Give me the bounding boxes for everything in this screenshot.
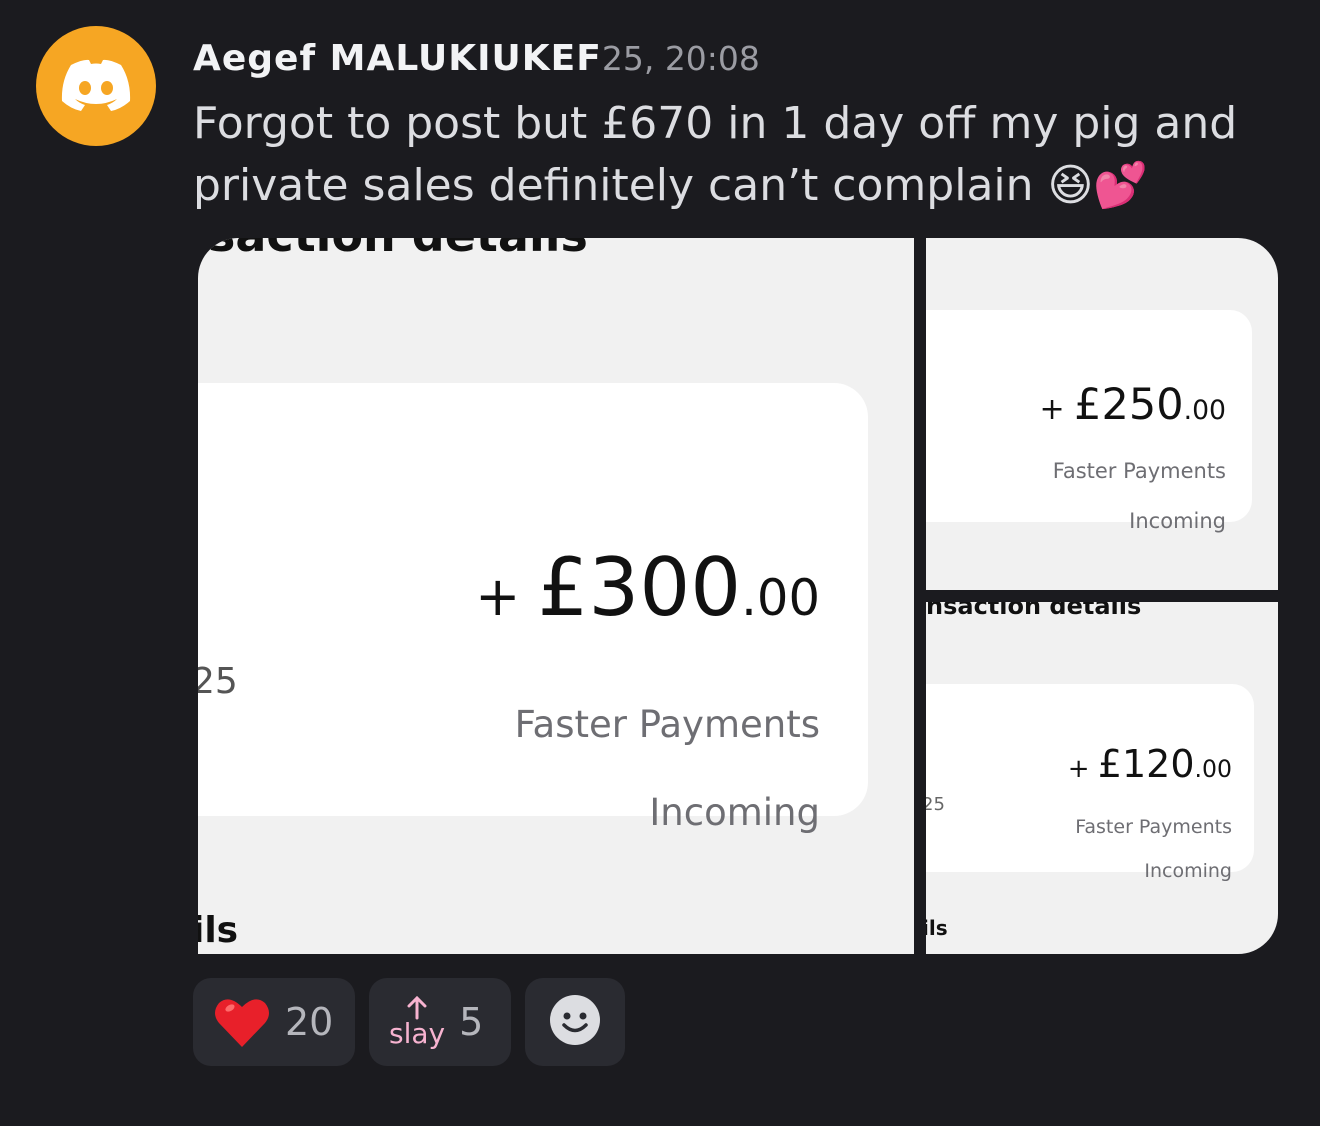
payment-method: Faster Payments Incoming xyxy=(1053,434,1226,559)
add-reaction-button[interactable] xyxy=(525,978,625,1066)
footer-fragment: ils xyxy=(198,910,239,951)
payment-method: Faster Payments Incoming xyxy=(1075,794,1232,904)
date-fragment: 25 xyxy=(198,661,238,702)
payment-method: Faster Payments Incoming xyxy=(515,659,820,879)
avatar[interactable] xyxy=(36,26,156,146)
reaction-count: 5 xyxy=(459,1000,484,1044)
message-text: Forgot to post but £670 in 1 day off my … xyxy=(193,93,1303,217)
amount-prefix: + xyxy=(1039,392,1075,427)
smiley-icon xyxy=(549,994,601,1050)
payment-direction-label: Incoming xyxy=(649,791,820,834)
amount-label: + £250.00 xyxy=(1039,380,1226,430)
payment-method-label: Faster Payments xyxy=(514,703,820,746)
amount-cents: .00 xyxy=(1194,755,1232,783)
image-attachment-bottom[interactable]: nsaction details + £120.00 Faster Paymen… xyxy=(926,602,1278,954)
image-attachment-top[interactable]: + £250.00 Faster Payments Incoming xyxy=(926,238,1278,590)
slay-icon: slay xyxy=(389,996,445,1048)
amount-cents: .00 xyxy=(741,569,820,627)
heart-icon xyxy=(213,993,271,1051)
header-fragment: saction details xyxy=(208,238,588,262)
payment-method-label: Faster Payments xyxy=(1052,459,1226,483)
reaction-bar: 20 slay 5 xyxy=(193,978,625,1066)
username[interactable]: Aegef MALUKIUKEF xyxy=(193,38,602,79)
amount-whole: £300 xyxy=(537,541,742,634)
amount-prefix: + xyxy=(475,565,538,628)
amount-whole: £250 xyxy=(1074,380,1184,430)
amount-label: + £120.00 xyxy=(1068,742,1232,786)
slay-label: slay xyxy=(389,1017,446,1050)
date-fragment: 25 xyxy=(926,794,945,815)
reaction-heart[interactable]: 20 xyxy=(193,978,355,1066)
reaction-count: 20 xyxy=(285,1000,334,1044)
transaction-card: + £120.00 Faster Payments Incoming 25 xyxy=(926,684,1254,882)
discord-logo-icon xyxy=(61,59,131,111)
payment-direction-label: Incoming xyxy=(1144,860,1232,882)
payment-method-label: Faster Payments xyxy=(1075,816,1232,838)
transaction-card: + £250.00 Faster Payments Incoming xyxy=(926,310,1252,533)
amount-prefix: + xyxy=(1067,754,1098,784)
timestamp: 25, 20:08 xyxy=(601,39,760,78)
footer-fragment: ils xyxy=(926,916,948,940)
header-fragment: nsaction details xyxy=(926,602,1142,620)
amount-cents: .00 xyxy=(1183,395,1226,426)
amount-whole: £120 xyxy=(1097,742,1195,786)
message-header: Aegef MALUKIUKEF 25, 20:08 xyxy=(193,38,760,79)
reaction-slay[interactable]: slay 5 xyxy=(369,978,511,1066)
payment-direction-label: Incoming xyxy=(1129,509,1226,533)
image-attachment-main[interactable]: saction details + £300.00 Faster Payment… xyxy=(198,238,914,954)
transaction-card: + £300.00 Faster Payments Incoming 25 xyxy=(198,383,868,834)
amount-label: + £300.00 xyxy=(475,541,820,634)
laughing-hearts-emoji: 😆💕 xyxy=(1047,160,1149,211)
